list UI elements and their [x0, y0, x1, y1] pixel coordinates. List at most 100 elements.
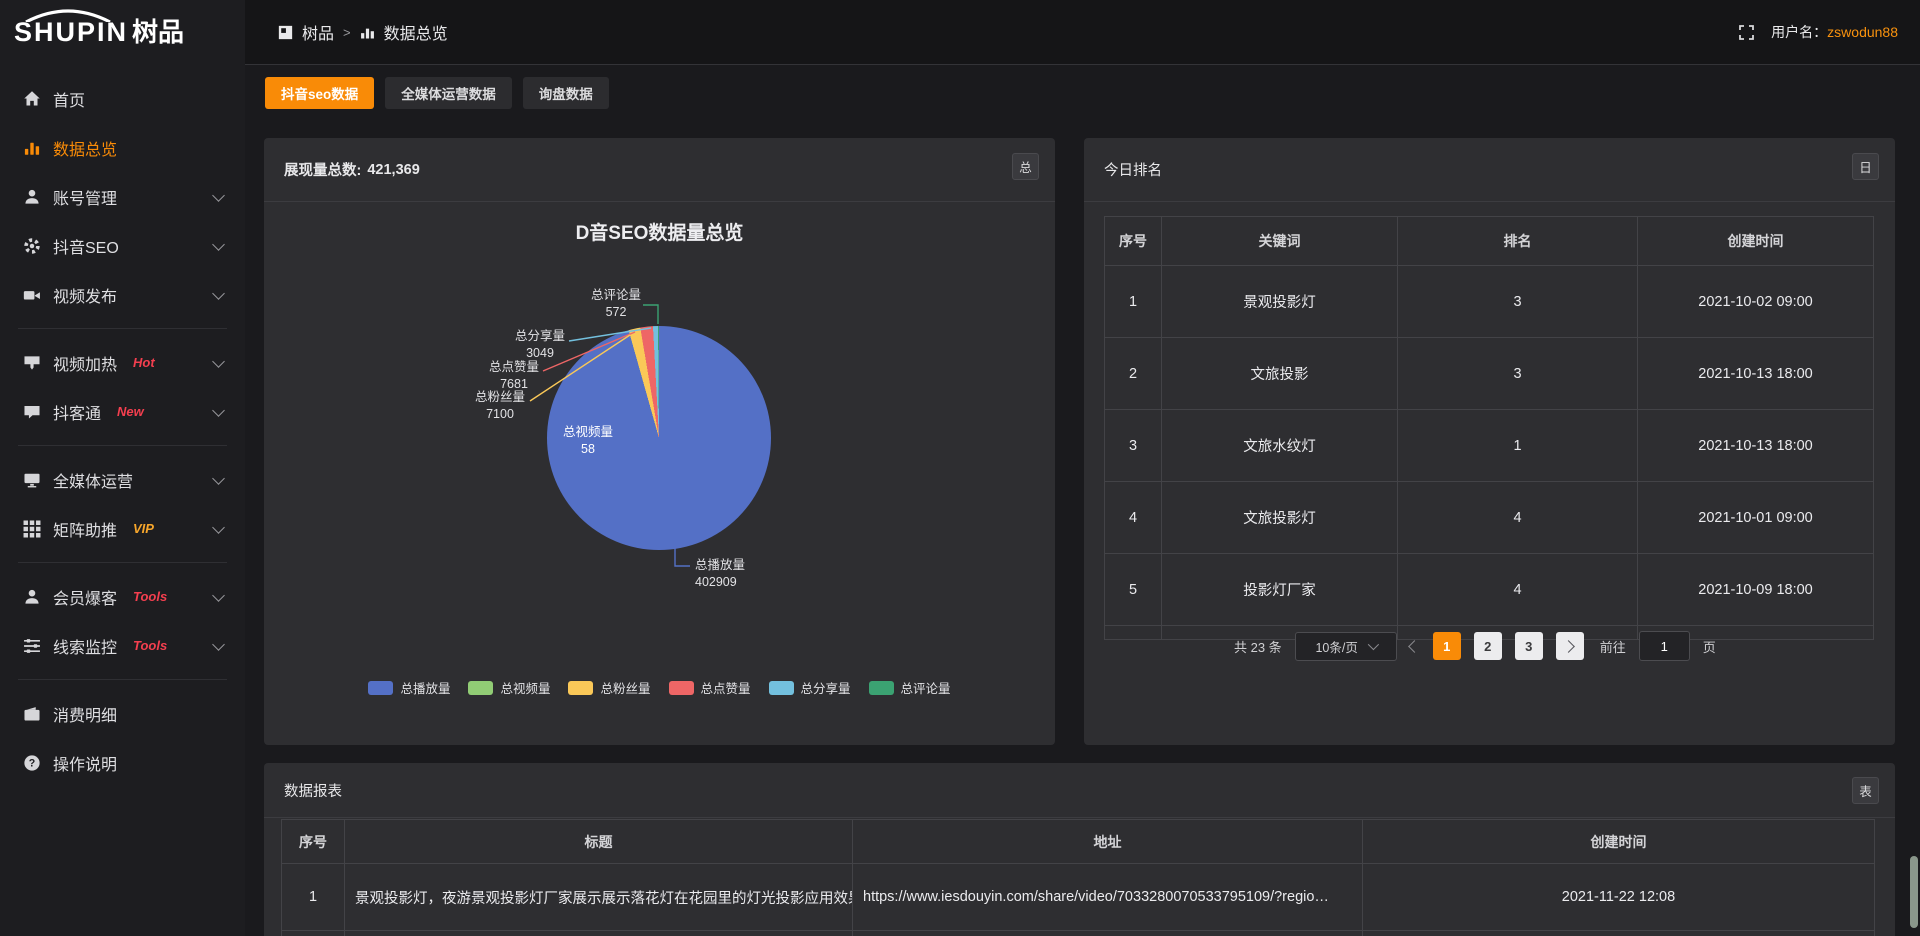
home-icon [23, 90, 41, 108]
sidebar-item-matrix-boost[interactable]: 矩阵助推 VIP [0, 504, 245, 553]
pie-label-videos: 总视频量58 [563, 424, 613, 458]
column-header: 关键词 [1162, 217, 1398, 266]
vertical-scrollbar-thumb[interactable] [1910, 856, 1918, 928]
legend-swatch [368, 681, 393, 695]
app-logo: SHUPIN树品 [14, 12, 234, 56]
tab-douyin-seo-data[interactable]: 抖音seo数据 [265, 77, 374, 109]
legend-item-likes[interactable]: 总点赞量 [669, 678, 751, 697]
wallet-icon [23, 705, 41, 723]
tools-badge: Tools [133, 589, 167, 604]
sidebar-item-video-heat[interactable]: 视频加热 Hot [0, 338, 245, 387]
username-value[interactable]: zswodun88 [1827, 24, 1898, 40]
sidebar-divider [18, 328, 227, 329]
user-icon [23, 188, 41, 206]
legend-item-comments[interactable]: 总评论量 [869, 678, 951, 697]
legend-swatch [869, 681, 894, 695]
page-size-select[interactable]: 10条/页 [1295, 632, 1397, 661]
logo-text-cn: 树品 [132, 17, 184, 47]
sidebar-item-label: 全媒体运营 [53, 468, 133, 492]
next-page-button[interactable] [1556, 632, 1584, 660]
sidebar-item-member-burst[interactable]: 会员爆客 Tools [0, 572, 245, 621]
chart-legend: 总播放量 总视频量 总粉丝量 总点赞量 总分享量 总评论量 [264, 678, 1055, 697]
sidebar-item-instructions[interactable]: ? 操作说明 [0, 738, 245, 787]
chevron-right-icon [1562, 640, 1575, 653]
page-button-3[interactable]: 3 [1515, 632, 1543, 660]
sidebar-item-douketong[interactable]: 抖客通 New [0, 387, 245, 436]
goto-page-input[interactable] [1639, 631, 1690, 661]
sidebar-item-label: 消费明细 [53, 702, 117, 726]
ranking-panel-title: 今日排名 [1104, 159, 1162, 180]
column-header: 序号 [282, 820, 345, 864]
legend-item-fans[interactable]: 总粉丝量 [568, 678, 650, 697]
username-label: 用户名： [1771, 24, 1827, 40]
page-button-2[interactable]: 2 [1474, 632, 1502, 660]
column-header: 序号 [1105, 217, 1162, 266]
sidebar-item-label: 账号管理 [53, 185, 117, 209]
sidebar-item-label: 视频加热 [53, 351, 117, 375]
legend-item-plays[interactable]: 总播放量 [368, 678, 450, 697]
sidebar-item-home[interactable]: 首页 [0, 74, 245, 123]
tab-omnimedia-data[interactable]: 全媒体运营数据 [385, 77, 512, 109]
tools-badge: Tools [133, 638, 167, 653]
main-content: 抖音seo数据 全媒体运营数据 询盘数据 展现量总数: 421,369 总 D音… [245, 64, 1920, 936]
ranking-table-header-row: 序号 关键词 排名 创建时间 [1105, 217, 1874, 266]
pie-label-fans: 总粉丝量7100 [475, 389, 525, 423]
sidebar-item-label: 会员爆客 [53, 585, 117, 609]
tab-inquiry-data[interactable]: 询盘数据 [523, 77, 609, 109]
sidebar-item-label: 矩阵助推 [53, 517, 117, 541]
window-icon [278, 25, 293, 40]
sidebar-item-account[interactable]: 账号管理 [0, 172, 245, 221]
column-header: 创建时间 [1363, 820, 1875, 864]
breadcrumb: 树品 > 数据总览 [278, 0, 448, 64]
bar-chart-icon [23, 139, 41, 157]
breadcrumb-separator: > [343, 25, 351, 40]
column-header: 创建时间 [1638, 217, 1874, 266]
table-badge-button[interactable]: 表 [1852, 777, 1879, 804]
sidebar-item-consumption[interactable]: 消费明细 [0, 689, 245, 738]
question-circle-icon: ? [23, 754, 41, 772]
page-button-1[interactable]: 1 [1433, 632, 1461, 660]
pie-label-shares: 总分享量3049 [515, 328, 565, 362]
column-header: 标题 [345, 820, 853, 864]
created-time-cell: 2021-11-22 12:08 [1363, 864, 1875, 931]
video-url-link[interactable]: https://www.iesdouyin.com/share/video/70… [853, 864, 1363, 931]
ranking-table: 序号 关键词 排名 创建时间 1景观投影灯32021-10-02 09:00 2… [1104, 216, 1874, 640]
fullscreen-icon[interactable] [1738, 24, 1755, 41]
breadcrumb-root[interactable]: 树品 [302, 20, 334, 44]
sidebar-item-label: 首页 [53, 87, 85, 111]
legend-item-videos[interactable]: 总视频量 [468, 678, 550, 697]
sidebar-item-data-overview[interactable]: 数据总览 [0, 123, 245, 172]
sidebar-item-label: 抖音SEO [53, 234, 119, 258]
screen-icon [23, 354, 41, 372]
sidebar-item-douyin-seo[interactable]: 抖音SEO [0, 221, 245, 270]
table-row-partial [282, 931, 1875, 936]
sidebar-item-lead-monitor[interactable]: 线索监控 Tools [0, 621, 245, 670]
new-badge: New [117, 404, 144, 419]
chevron-down-icon [212, 238, 225, 251]
prev-page-button[interactable] [1410, 638, 1420, 654]
sidebar-item-label: 视频发布 [53, 283, 117, 307]
hot-badge: Hot [133, 355, 155, 370]
chevron-down-icon [212, 355, 225, 368]
chevron-down-icon [1368, 639, 1379, 650]
sidebar-item-omnimedia[interactable]: 全媒体运营 [0, 455, 245, 504]
sidebar-menu: 首页 数据总览 账号管理 抖音SEO 视频发布 视频加热 Hot [0, 64, 245, 787]
legend-item-shares[interactable]: 总分享量 [769, 678, 851, 697]
report-panel-title: 数据报表 [284, 780, 342, 801]
svg-text:?: ? [29, 757, 35, 769]
total-badge-button[interactable]: 总 [1012, 153, 1039, 180]
report-panel-header: 数据报表 [264, 763, 1895, 818]
top-bar: 树品 > 数据总览 用户名：zswodun88 [0, 0, 1920, 64]
gear-icon [23, 237, 41, 255]
day-badge-button[interactable]: 日 [1852, 153, 1879, 180]
sidebar-divider [18, 445, 227, 446]
goto-unit: 页 [1703, 637, 1716, 656]
video-title-cell: 景观投影灯，夜游景观投影灯厂家展示展示落花灯在花园里的灯光投影应用效果 # [345, 864, 853, 931]
breadcrumb-current[interactable]: 数据总览 [384, 20, 448, 44]
ranking-panel-header: 今日排名 [1084, 138, 1895, 202]
chevron-down-icon [212, 287, 225, 300]
sidebar-item-video-publish[interactable]: 视频发布 [0, 270, 245, 319]
report-table-header-row: 序号 标题 地址 创建时间 [282, 820, 1875, 864]
grid-icon [23, 520, 41, 538]
table-row: 5投影灯厂家42021-10-09 18:00 [1105, 554, 1874, 626]
